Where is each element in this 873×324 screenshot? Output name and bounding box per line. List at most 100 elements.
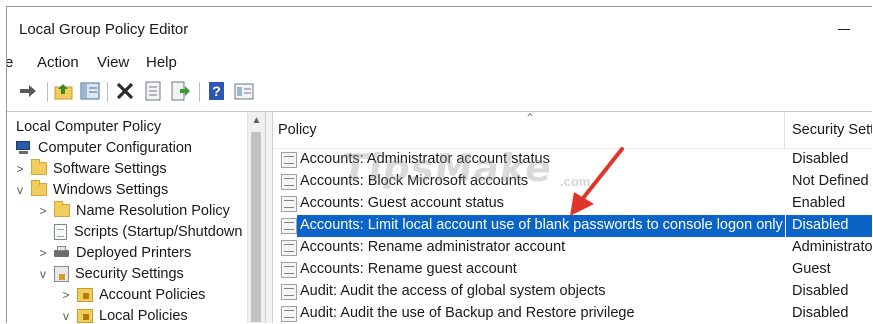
- show-hide-tree-icon[interactable]: [79, 80, 101, 102]
- menu-help[interactable]: Help: [146, 54, 177, 71]
- column-header-policy[interactable]: ⌃ Policy: [273, 112, 785, 148]
- toolbar-separator: [47, 82, 48, 102]
- table-row[interactable]: Audit: Audit the access of global system…: [273, 281, 872, 303]
- svg-text:?: ?: [212, 83, 221, 99]
- column-header-label: Policy: [278, 122, 317, 138]
- folder-icon: [54, 201, 70, 217]
- menu-bar: e Action View Help: [7, 51, 872, 75]
- tree-item-label: Local Policies: [99, 307, 188, 324]
- policy-icon: [281, 306, 297, 322]
- tree-item-local-policies[interactable]: v Local Policies: [59, 305, 188, 324]
- forward-arrow-icon[interactable]: [17, 80, 39, 102]
- export-icon[interactable]: [169, 80, 191, 102]
- tree-item-label: Account Policies: [99, 286, 206, 303]
- security-setting-value: Enabled: [792, 195, 846, 211]
- policy-icon: [281, 284, 297, 300]
- script-icon: [54, 223, 67, 240]
- toolbar-separator: [107, 82, 108, 102]
- policy-name: Accounts: Guest account status: [300, 195, 504, 211]
- chevron-down-icon[interactable]: v: [36, 267, 50, 281]
- security-setting-value: Disabled: [792, 283, 849, 299]
- table-row-selected[interactable]: Accounts: Limit local account use of bla…: [273, 215, 872, 237]
- scrollbar-thumb[interactable]: [251, 132, 261, 322]
- tree-item-name-resolution-policy[interactable]: > Name Resolution Policy: [36, 200, 230, 221]
- folder-icon: [31, 159, 47, 175]
- security-settings-icon: [54, 265, 69, 282]
- table-row[interactable]: Accounts: Rename guest account Guest: [273, 259, 872, 281]
- toolbar: ?: [7, 77, 872, 107]
- tree-item-local-computer-policy[interactable]: Local Computer Policy: [16, 116, 161, 137]
- tree-item-account-policies[interactable]: > Account Policies: [59, 284, 205, 305]
- tree-scrollbar[interactable]: ▲: [247, 112, 265, 323]
- tree-item-software-settings[interactable]: > Software Settings: [13, 158, 167, 179]
- tree-item-label: Security Settings: [75, 265, 184, 282]
- tree-item-windows-settings[interactable]: v Windows Settings: [13, 179, 168, 200]
- printer-icon: [54, 246, 70, 259]
- table-row[interactable]: Accounts: Guest account status Enabled: [273, 193, 872, 215]
- title-bar: Local Group Policy Editor: [7, 7, 872, 51]
- tree-item-label: Local Computer Policy: [16, 118, 162, 135]
- policy-icon: [281, 196, 297, 212]
- tree-item-computer-configuration[interactable]: Computer Configuration: [16, 137, 192, 158]
- up-folder-icon[interactable]: [53, 80, 75, 102]
- watermark-suffix: .com: [560, 174, 591, 189]
- security-setting-value: Not Defined: [792, 173, 869, 189]
- table-row[interactable]: Audit: Audit the use of Backup and Resto…: [273, 303, 872, 323]
- security-setting-value: Disabled: [792, 217, 849, 233]
- local-group-policy-editor-window: Local Group Policy Editor e Action View …: [6, 6, 872, 323]
- policy-list: ⌃ Policy Security Setti Accounts: Admini…: [273, 112, 872, 323]
- tree-item-label: Computer Configuration: [38, 139, 192, 156]
- help-icon[interactable]: ?: [206, 80, 228, 102]
- policy-name: Audit: Audit the use of Backup and Resto…: [300, 305, 635, 321]
- sort-ascending-icon: ⌃: [525, 112, 536, 125]
- menu-view[interactable]: View: [97, 54, 129, 71]
- tree-item-deployed-printers[interactable]: > Deployed Printers: [36, 242, 191, 263]
- console-tree: Local Computer Policy Computer Configura…: [7, 112, 263, 323]
- lock-folder-icon: [77, 287, 93, 302]
- security-setting-value: Guest: [792, 261, 831, 277]
- policy-name: Audit: Audit the access of global system…: [300, 283, 606, 299]
- lock-folder-icon: [77, 308, 93, 323]
- details-view-icon[interactable]: [233, 80, 255, 102]
- chevron-right-icon[interactable]: >: [59, 288, 73, 302]
- chevron-right-icon[interactable]: >: [13, 162, 27, 176]
- policy-icon: [281, 174, 297, 190]
- tree-item-label: Name Resolution Policy: [76, 202, 230, 219]
- policy-icon: [281, 152, 297, 168]
- menu-file-truncated[interactable]: e: [7, 54, 13, 71]
- column-header-label: Security Setti: [792, 122, 872, 138]
- security-setting-value: Disabled: [792, 151, 849, 167]
- menu-action[interactable]: Action: [37, 54, 79, 71]
- policy-name: Accounts: Administrator account status: [300, 151, 550, 167]
- table-row[interactable]: Accounts: Administrator account status D…: [273, 149, 872, 171]
- chevron-down-icon[interactable]: v: [13, 183, 27, 197]
- tree-item-label: Deployed Printers: [76, 244, 192, 261]
- column-header-security-setting[interactable]: Security Setti: [785, 112, 872, 148]
- toolbar-separator: [199, 82, 200, 102]
- computer-icon: [16, 140, 32, 155]
- policy-name: Accounts: Rename administrator account: [300, 239, 566, 255]
- policy-icon: [281, 262, 297, 278]
- chevron-right-icon[interactable]: >: [36, 246, 50, 260]
- tree-item-scripts[interactable]: Scripts (Startup/Shutdown: [54, 221, 242, 242]
- folder-icon: [31, 180, 47, 196]
- pane-splitter[interactable]: [265, 112, 273, 323]
- chevron-right-icon[interactable]: >: [36, 204, 50, 218]
- policy-icon: [281, 240, 297, 256]
- scroll-up-arrow-icon[interactable]: ▲: [248, 112, 265, 129]
- table-row[interactable]: Accounts: Rename administrator account A…: [273, 237, 872, 259]
- policy-icon: [281, 218, 297, 234]
- tree-item-label: Software Settings: [53, 160, 167, 177]
- tree-item-label: Scripts (Startup/Shutdown: [74, 223, 243, 240]
- tree-item-label: Windows Settings: [53, 181, 169, 198]
- minimize-button[interactable]: [832, 17, 860, 43]
- security-setting-value: Administrato: [792, 239, 872, 255]
- policy-name: Accounts: Rename guest account: [300, 261, 517, 277]
- policy-name: Accounts: Block Microsoft accounts: [300, 173, 529, 189]
- properties-icon[interactable]: [142, 80, 164, 102]
- window-title: Local Group Policy Editor: [19, 21, 189, 38]
- security-setting-value: Disabled: [792, 305, 849, 321]
- chevron-down-icon[interactable]: v: [59, 309, 73, 323]
- tree-item-security-settings[interactable]: v Security Settings: [36, 263, 184, 284]
- delete-icon[interactable]: [114, 80, 136, 102]
